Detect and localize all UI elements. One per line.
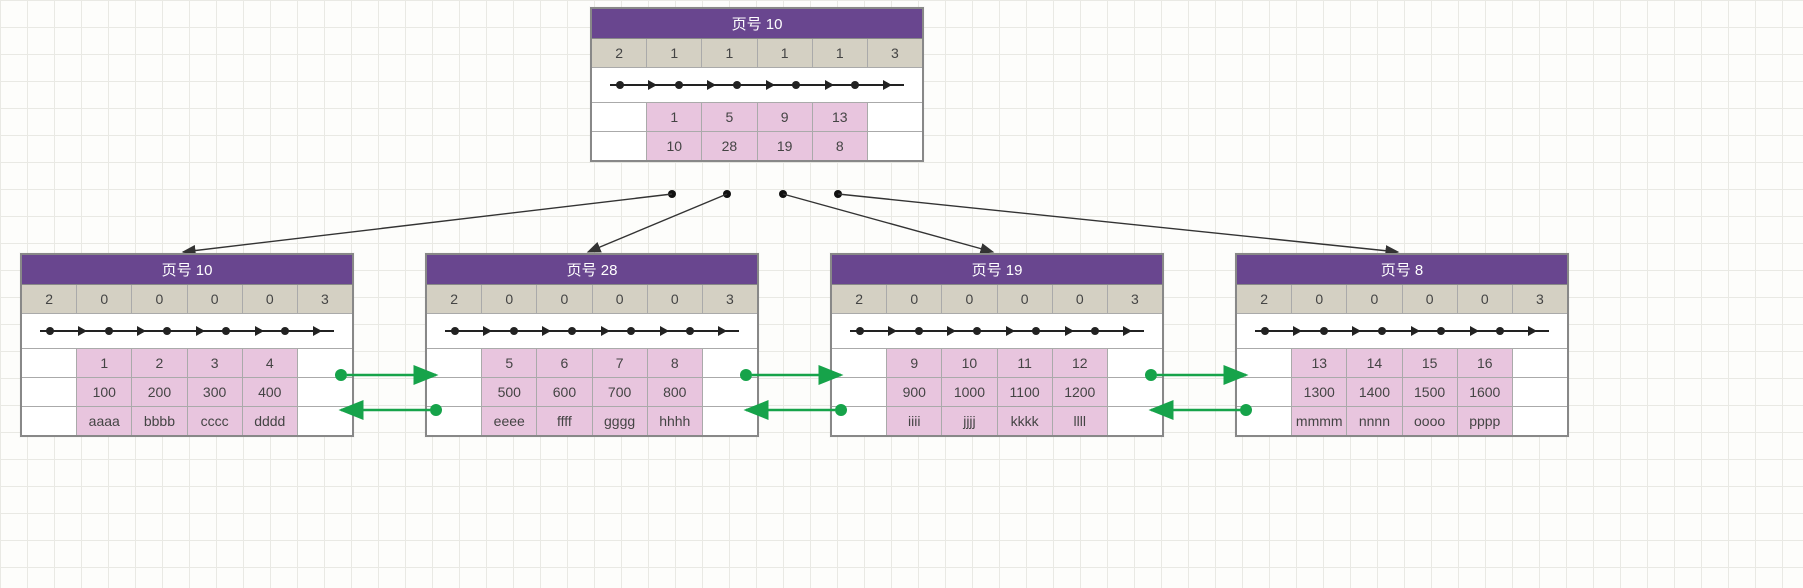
count-cell: 1	[758, 39, 813, 68]
leaf-title: 页号 10	[22, 255, 352, 285]
count-cell: 1	[813, 39, 868, 68]
leaf-node-3: 页号 8 2 0 0 0 0 3 13 14 15 16	[1235, 253, 1569, 437]
sibling-link-0-1	[331, 365, 446, 420]
leaf-data-row: 100 200 300 400	[22, 378, 352, 407]
leaf-data-row: aaaa bbbb cccc dddd	[22, 407, 352, 435]
key-cell: 13	[813, 103, 868, 132]
leaf-title: 页号 28	[427, 255, 757, 285]
sibling-link-1-2	[736, 365, 851, 420]
count-cell: 1	[647, 39, 702, 68]
leaf-data-row: 1 2 3 4	[22, 349, 352, 378]
leaf-title: 页号 19	[832, 255, 1162, 285]
sibling-link-2-3	[1141, 365, 1256, 420]
key-cell: 1	[647, 103, 702, 132]
leaf-counts-row: 2 0 0 0 0 3	[22, 285, 352, 314]
ptr-cell: 8	[813, 132, 868, 160]
root-pointer-row	[592, 68, 922, 103]
count-cell: 1	[702, 39, 757, 68]
key-cell: 5	[702, 103, 757, 132]
root-counts-row: 2 1 1 1 1 3	[592, 39, 922, 68]
leaf-node-1: 页号 28 2 0 0 0 0 3 5 6 7 8	[425, 253, 759, 437]
leaf-node-0: 页号 10 2 0 0 0 0 3 1 2 3 4	[20, 253, 354, 437]
ptr-cell: 28	[702, 132, 757, 160]
count-cell: 3	[868, 39, 922, 68]
ptr-cell: 19	[758, 132, 813, 160]
root-ptrs-row: 10 28 19 8	[592, 132, 922, 160]
root-title: 页号 10	[592, 9, 922, 39]
root-keys-row: 1 5 9 13	[592, 103, 922, 132]
leaf-title: 页号 8	[1237, 255, 1567, 285]
ptr-cell: 10	[647, 132, 702, 160]
diagram-canvas: 页号 10 2 1 1 1 1 3 1 5 9 13	[0, 0, 1803, 588]
key-cell: 9	[758, 103, 813, 132]
leaf-node-2: 页号 19 2 0 0 0 0 3 9 10 11 12	[830, 253, 1164, 437]
count-cell: 2	[592, 39, 647, 68]
root-node: 页号 10 2 1 1 1 1 3 1 5 9 13	[590, 7, 924, 162]
leaf-pointer-row	[22, 314, 352, 349]
